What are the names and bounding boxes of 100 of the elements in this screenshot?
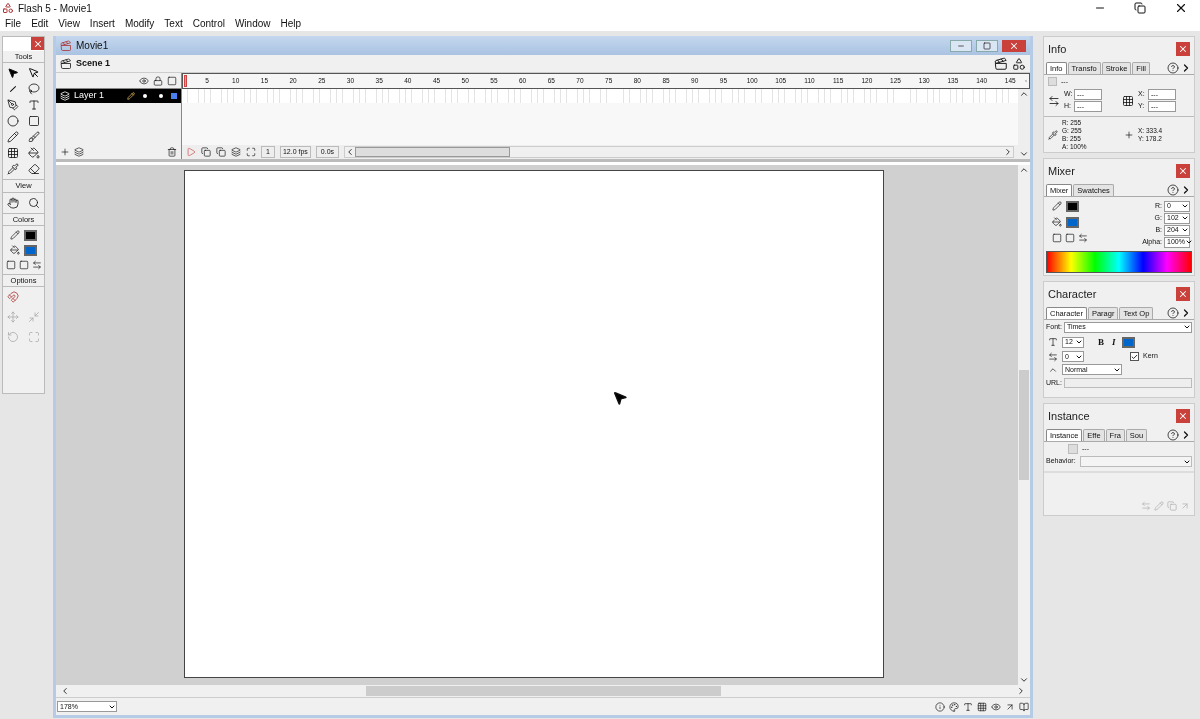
scroll-up-icon[interactable] [1019, 165, 1029, 175]
menu-item[interactable]: Text [164, 16, 183, 31]
panel-title: Character [1048, 287, 1097, 302]
color-spectrum[interactable] [1046, 250, 1192, 273]
menu-item[interactable]: View [58, 16, 80, 31]
fill-icon[interactable] [1052, 217, 1062, 227]
crosshair-icon [1124, 130, 1134, 140]
lasso-icon[interactable] [27, 83, 40, 96]
close-button[interactable] [1002, 39, 1026, 52]
fill-color-button[interactable] [24, 244, 37, 256]
rectangle-tool-icon[interactable] [27, 115, 40, 128]
help-icon[interactable] [1167, 428, 1179, 441]
fill-icon[interactable] [10, 245, 20, 256]
layer-name: Layer 1 [74, 89, 106, 103]
menu-item[interactable]: Modify [124, 16, 155, 31]
pointer-cursor-icon [612, 390, 628, 406]
scroll-left-icon[interactable] [60, 686, 70, 696]
help-icon[interactable] [1167, 306, 1179, 319]
menu-item[interactable]: Insert [89, 16, 115, 31]
eyedropper-icon[interactable] [7, 163, 20, 176]
document-title: Movie1 [76, 39, 110, 53]
close-icon [1178, 166, 1188, 177]
stroke-icon[interactable] [1052, 201, 1062, 211]
hand-icon[interactable] [7, 196, 20, 209]
scroll-thumb[interactable] [355, 147, 511, 157]
stroke-color-button[interactable] [1066, 200, 1079, 212]
close-icon [1178, 44, 1188, 55]
edit-scene-icon[interactable] [994, 56, 1008, 71]
add-layer-icon[interactable] [60, 147, 70, 157]
window-title: Flash 5 - Movie1 [18, 1, 93, 16]
app-icon [2, 2, 14, 14]
eye-icon[interactable] [139, 75, 149, 86]
scroll-right-icon[interactable] [1016, 686, 1026, 696]
text-color-button[interactable] [1121, 336, 1135, 348]
delete-layer-icon[interactable] [167, 147, 177, 157]
menu-item[interactable]: Control [192, 16, 225, 31]
close-icon[interactable] [1174, 1, 1188, 15]
oval-tool-icon[interactable] [7, 115, 20, 128]
url-field[interactable] [1063, 378, 1192, 389]
outline-icon[interactable] [167, 75, 177, 86]
vertical-scrollbar[interactable] [1018, 165, 1030, 685]
maximize-icon [983, 41, 991, 50]
fill-color-button[interactable] [1066, 216, 1079, 228]
close-button[interactable] [1176, 164, 1190, 179]
close-button[interactable] [1176, 287, 1190, 302]
close-button[interactable] [31, 37, 44, 50]
zoom-icon[interactable] [27, 196, 40, 209]
pen-icon[interactable] [7, 99, 20, 112]
mixer-icon[interactable] [949, 701, 959, 712]
close-button[interactable] [1176, 409, 1190, 424]
vertical-scrollbar[interactable] [1018, 89, 1030, 159]
layer-row[interactable]: Layer 1 [56, 89, 181, 103]
arrow-tool-icon[interactable] [7, 67, 20, 80]
scroll-up-icon[interactable] [1019, 89, 1029, 99]
swap-colors-icon[interactable] [1078, 232, 1088, 243]
scroll-down-icon[interactable] [1019, 149, 1029, 159]
scene-icon [60, 57, 72, 70]
info-icon[interactable] [935, 701, 945, 712]
menu-item[interactable]: Help [280, 16, 302, 31]
menu-item[interactable]: File [5, 16, 22, 31]
close-icon [1178, 289, 1188, 300]
scroll-right-icon[interactable] [1003, 147, 1013, 157]
close-icon [32, 38, 43, 49]
kern-checkbox[interactable] [1130, 352, 1139, 361]
symbol-swatch [1048, 77, 1057, 87]
registration-grid-icon[interactable] [1122, 94, 1134, 107]
text-tool-icon[interactable] [27, 99, 40, 112]
eyedropper-icon [1048, 130, 1058, 140]
menu-item[interactable]: Edit [31, 16, 49, 31]
horizontal-scrollbar[interactable] [344, 146, 1014, 158]
scroll-thumb[interactable] [1019, 370, 1029, 480]
help-icon[interactable] [1167, 183, 1179, 196]
bold-button[interactable]: B [1096, 335, 1106, 349]
close-button[interactable] [1176, 42, 1190, 57]
font-size-icon [1048, 337, 1058, 348]
lock-icon[interactable] [153, 75, 163, 86]
close-icon [1178, 411, 1188, 422]
scroll-thumb[interactable] [366, 686, 721, 696]
edit-symbol-icon[interactable] [1012, 56, 1026, 71]
pencil-icon [127, 92, 135, 100]
italic-button[interactable]: I [1110, 335, 1118, 349]
movie-icon [60, 39, 72, 52]
panel-title: Info [1048, 42, 1067, 57]
swap-colors-icon[interactable] [31, 259, 42, 270]
layer-icon [60, 91, 70, 101]
menu-item[interactable]: Window [234, 16, 271, 31]
library-icon[interactable] [1019, 701, 1029, 712]
brush-icon[interactable] [27, 131, 40, 144]
paint-bucket-icon[interactable] [27, 147, 40, 160]
stroke-icon[interactable] [10, 230, 20, 241]
restore-icon[interactable] [1134, 2, 1146, 14]
subselect-tool-icon[interactable] [27, 67, 40, 80]
character-icon[interactable] [963, 701, 973, 712]
eraser-icon[interactable] [27, 163, 40, 176]
scroll-down-icon[interactable] [1019, 675, 1029, 685]
symbol-swatch [1068, 443, 1078, 454]
magnet-icon[interactable] [7, 291, 20, 303]
pencil-icon[interactable] [7, 131, 20, 144]
stroke-color-button[interactable] [24, 229, 37, 241]
help-icon[interactable] [1167, 61, 1179, 74]
